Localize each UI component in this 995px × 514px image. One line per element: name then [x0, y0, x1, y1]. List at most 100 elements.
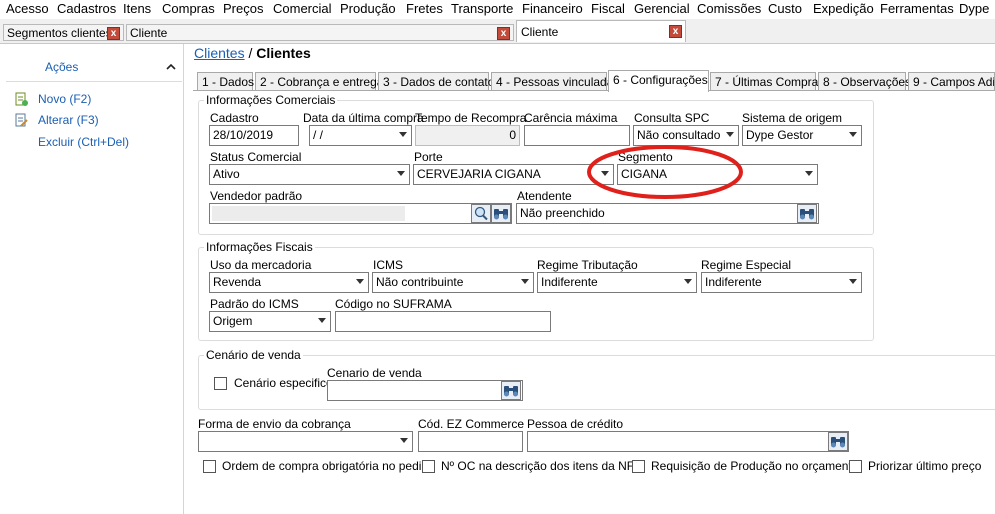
uso-select[interactable]: Revenda: [209, 272, 369, 293]
menu-itens[interactable]: Itens: [123, 1, 151, 16]
doc-tab-label: Cliente: [130, 26, 168, 40]
suframa-field[interactable]: [335, 311, 551, 332]
atendente-label: Atendente: [517, 189, 572, 203]
menu-comercial[interactable]: Comercial: [273, 1, 332, 16]
ordem-compra-checkbox[interactable]: [203, 460, 216, 473]
menu-custo[interactable]: Custo: [768, 1, 802, 16]
chevron-down-icon[interactable]: [684, 279, 692, 284]
menu-transporte[interactable]: Transporte: [451, 1, 513, 16]
breadcrumb-separator: /: [244, 45, 257, 61]
cenario-title: Cenário de venda: [204, 348, 303, 362]
actions-header[interactable]: Ações: [6, 52, 182, 82]
menu-cadastros[interactable]: Cadastros: [57, 1, 116, 16]
tab-ultimas-compras[interactable]: 7 - Últimas Compras: [710, 72, 824, 91]
regime-esp-select[interactable]: Indiferente: [701, 272, 862, 293]
chevron-down-icon[interactable]: [805, 171, 813, 176]
suframa-label: Código no SUFRAMA: [335, 297, 452, 311]
highlight-ellipse: [587, 145, 743, 199]
atendente-field[interactable]: Não preenchido: [516, 203, 819, 224]
menu-comissoes[interactable]: Comissões: [697, 1, 761, 16]
comerciais-title: Informações Comerciais: [204, 93, 338, 107]
close-icon[interactable]: x: [669, 25, 682, 38]
porte-select[interactable]: CERVEJARIA CIGANA: [413, 164, 614, 185]
breadcrumb-parent[interactable]: Clientes: [194, 45, 245, 61]
menu-precos[interactable]: Preços: [223, 1, 263, 16]
ordem-compra-label: Ordem de compra obrigatória no pedido: [222, 459, 435, 473]
menu-financeiro[interactable]: Financeiro: [522, 1, 583, 16]
chevron-down-icon[interactable]: [726, 132, 734, 137]
doc-tab-cliente-1[interactable]: Cliente x: [126, 24, 514, 41]
pessoa-credito-lookup-button[interactable]: [828, 432, 848, 451]
chevron-down-icon[interactable]: [318, 318, 326, 323]
status-select[interactable]: Ativo: [209, 164, 410, 185]
padrao-icms-value: Origem: [213, 314, 253, 328]
novo-button[interactable]: Novo (F2): [38, 92, 91, 106]
menu-gerencial[interactable]: Gerencial: [634, 1, 690, 16]
binoculars-icon: [831, 437, 845, 448]
menu-ferramentas[interactable]: Ferramentas: [880, 1, 954, 16]
chevron-down-icon[interactable]: [397, 171, 405, 176]
menu-fiscal[interactable]: Fiscal: [591, 1, 625, 16]
tab-observacoes[interactable]: 8 - Observações: [818, 72, 911, 91]
requisicao-producao-label: Requisição de Produção no orçamento: [651, 459, 859, 473]
doc-tab-segmentos[interactable]: Segmentos clientes x: [3, 24, 124, 41]
regime-esp-label: Regime Especial: [701, 258, 792, 272]
oc-descricao-label: Nº OC na descrição dos itens da NF-e: [441, 459, 645, 473]
chevron-down-icon[interactable]: [399, 132, 407, 137]
search-button[interactable]: [471, 204, 491, 223]
cenario-especifico-checkbox[interactable]: [214, 377, 227, 390]
tab-cobranca[interactable]: 2 - Cobrança e entrega: [255, 72, 383, 91]
close-icon[interactable]: x: [497, 27, 510, 40]
cadastro-value: 28/10/2019: [213, 128, 274, 142]
consulta-spc-value: Não consultado: [637, 128, 721, 142]
menu-expedicao[interactable]: Expedição: [813, 1, 874, 16]
cenario-especifico-label: Cenário especifico: [234, 376, 333, 390]
oc-descricao-checkbox[interactable]: [422, 460, 435, 473]
priorizar-preco-checkbox[interactable]: [849, 460, 862, 473]
menu-acesso[interactable]: Acesso: [6, 1, 49, 16]
cenario-lookup-button[interactable]: [501, 381, 521, 400]
tab-strip: 1 - Dados 2 - Cobrança e entrega 3 - Dad…: [197, 70, 995, 92]
tab-contato[interactable]: 3 - Dados de contato: [378, 72, 494, 91]
menu-compras[interactable]: Compras: [162, 1, 215, 16]
chevron-down-icon[interactable]: [849, 132, 857, 137]
tab-configuracoes[interactable]: 6 - Configurações: [608, 70, 709, 92]
tab-campos-adicionais[interactable]: 9 - Campos Adicio: [908, 72, 995, 91]
close-icon[interactable]: x: [107, 27, 120, 40]
requisicao-producao-checkbox[interactable]: [632, 460, 645, 473]
padrao-icms-select[interactable]: Origem: [209, 311, 331, 332]
regime-trib-label: Regime Tributação: [537, 258, 638, 272]
menu-dype[interactable]: Dype: [959, 1, 989, 16]
vendedor-field[interactable]: [209, 203, 512, 224]
chevron-down-icon[interactable]: [400, 438, 408, 443]
forma-envio-select[interactable]: [198, 431, 413, 452]
chevron-down-icon[interactable]: [849, 279, 857, 284]
chevron-down-icon[interactable]: [356, 279, 364, 284]
regime-trib-select[interactable]: Indiferente: [537, 272, 697, 293]
chevron-up-icon[interactable]: [166, 63, 176, 70]
search-icon: [474, 206, 488, 221]
atendente-lookup-button[interactable]: [797, 204, 817, 223]
lookup-button[interactable]: [491, 204, 511, 223]
sistema-origem-select[interactable]: Dype Gestor: [742, 125, 862, 146]
doc-tab-cliente-2[interactable]: Cliente x: [516, 20, 686, 42]
data-ultima-compra-field[interactable]: / /: [309, 125, 412, 146]
priorizar-preco-label: Priorizar último preço: [868, 459, 982, 473]
alterar-button[interactable]: Alterar (F3): [38, 113, 99, 127]
icms-select[interactable]: Não contribuinte: [372, 272, 534, 293]
cadastro-field[interactable]: 28/10/2019: [209, 125, 299, 146]
menu-producao[interactable]: Produção: [340, 1, 396, 16]
ez-commerce-field[interactable]: [418, 431, 523, 452]
pessoa-credito-field[interactable]: [527, 431, 849, 452]
chevron-down-icon[interactable]: [521, 279, 529, 284]
icms-value: Não contribuinte: [376, 275, 464, 289]
menu-fretes[interactable]: Fretes: [406, 1, 443, 16]
page-title: Clientes: [256, 45, 311, 61]
tab-pessoas[interactable]: 4 - Pessoas vinculadas: [491, 72, 619, 91]
tab-dados[interactable]: 1 - Dados: [197, 72, 254, 91]
status-value: Ativo: [213, 167, 240, 181]
sistema-origem-label: Sistema de origem: [742, 111, 843, 125]
data-ultima-compra-value: / /: [313, 128, 324, 142]
excluir-button[interactable]: Excluir (Ctrl+Del): [38, 135, 129, 149]
cenario-field[interactable]: [327, 380, 523, 401]
